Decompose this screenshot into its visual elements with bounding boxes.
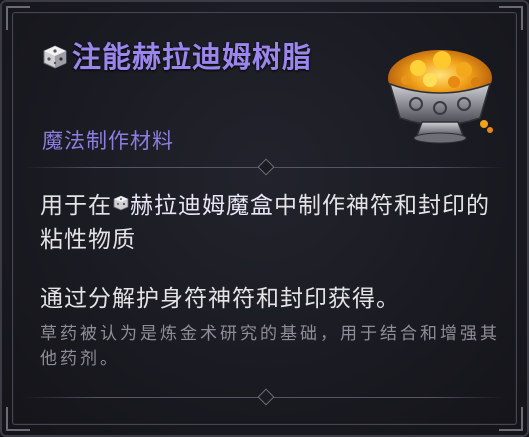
description-prefix: 用于在 — [40, 193, 112, 219]
item-tooltip: 注能赫拉迪姆树脂 魔法制作材料 用于在 赫拉迪姆魔盒中制作神符和封印的粘性物质 … — [0, 0, 529, 437]
resin-bowl-icon — [388, 50, 493, 144]
item-name: 注能赫拉迪姆树脂 — [72, 40, 313, 74]
corner-ornament — [499, 407, 523, 431]
horadric-cube-small-icon — [113, 195, 129, 211]
corner-ornament — [6, 6, 30, 30]
horadric-cube-icon — [43, 45, 67, 69]
item-description: 用于在 赫拉迪姆魔盒中制作神符和封印的粘性物质 — [40, 189, 490, 257]
item-title-row: 注能赫拉迪姆树脂 — [42, 36, 362, 78]
item-title: 注能赫拉迪姆树脂 — [42, 36, 362, 78]
corner-ornament — [499, 6, 523, 30]
horadric-cube-link: 赫拉迪姆魔盒 — [130, 193, 274, 219]
corner-ornament — [6, 407, 30, 431]
item-category: 魔法制作材料 — [42, 129, 174, 153]
item-flavor-text: 草药被认为是炼金术研究的基础，用于结合和增强其他药剂。 — [40, 324, 500, 369]
item-source: 通过分解护身符神符和封印获得。 — [40, 286, 400, 312]
